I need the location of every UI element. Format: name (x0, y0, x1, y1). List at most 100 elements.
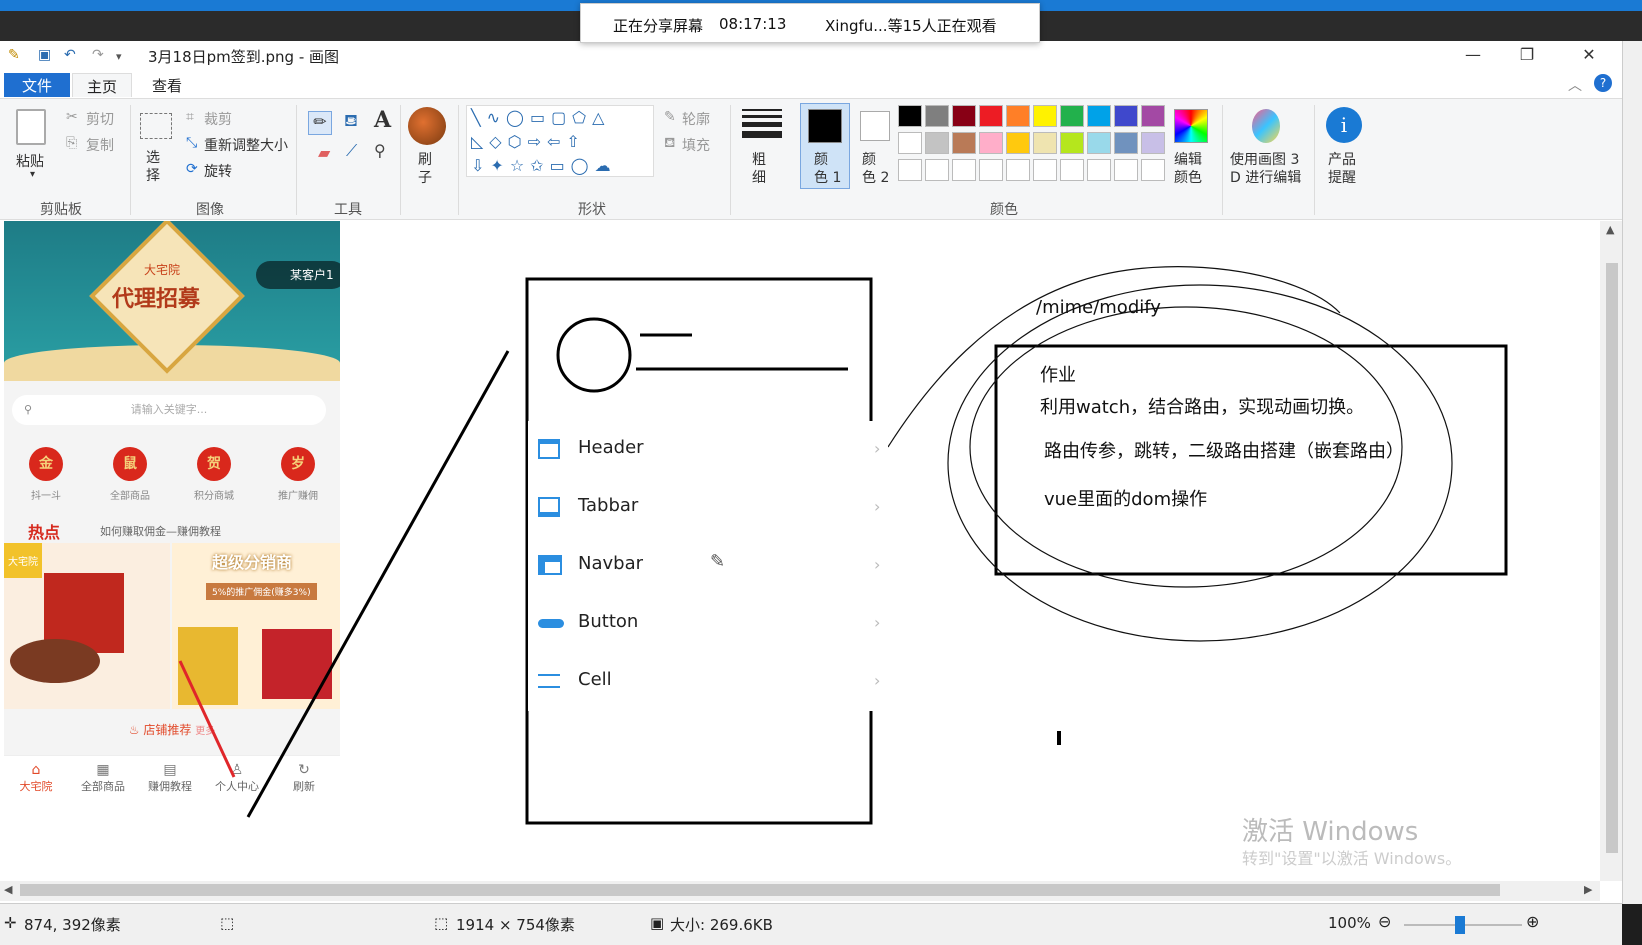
paste-button[interactable]: 粘贴 (16, 151, 44, 171)
save-icon[interactable]: ▣ (38, 47, 51, 63)
resize-button[interactable]: 重新调整大小 (204, 135, 288, 155)
collapse-ribbon-icon[interactable]: ︿ (1568, 75, 1582, 95)
cut-button[interactable]: 剪切 (86, 109, 114, 129)
horizontal-scrollbar[interactable]: ◀ ▶ (0, 881, 1600, 901)
vertical-scrollbar[interactable]: ▲ (1600, 221, 1622, 881)
palette-swatch[interactable] (952, 132, 976, 154)
shape-gallery[interactable]: ╲∿◯▭▢⬠△ ◺◇⬡⇨⇦⇧ ⇩✦☆✩▭◯☁ (466, 105, 654, 177)
scroll-left-icon[interactable]: ◀ (4, 883, 12, 896)
redo-icon[interactable]: ↷ (92, 47, 104, 63)
divider (400, 105, 401, 215)
divider (1222, 105, 1223, 215)
color1-swatch[interactable] (808, 109, 842, 143)
palette-swatch[interactable] (1141, 105, 1165, 127)
palette-swatch[interactable] (979, 105, 1003, 127)
list-item-label: Button (578, 611, 639, 632)
share-viewers[interactable]: Xingfu...等15人正在观看 (825, 15, 997, 36)
scroll-up-icon[interactable]: ▲ (1606, 223, 1614, 236)
size-button[interactable]: 粗 细 (752, 151, 766, 187)
edit-colors-button[interactable]: 编辑 颜色 (1174, 151, 1202, 187)
crop-button[interactable]: 裁剪 (204, 109, 232, 129)
list-item[interactable]: Navbar › (528, 537, 888, 595)
palette-swatch-empty[interactable] (1087, 159, 1111, 181)
minimize-icon[interactable]: — (1458, 45, 1488, 64)
zoom-out-icon[interactable]: ⊖ (1378, 912, 1391, 931)
palette-swatch[interactable] (1141, 132, 1165, 154)
outline-button[interactable]: 轮廓 (682, 109, 710, 129)
fill-bucket-icon[interactable]: ⛾ (344, 111, 358, 133)
shape-row-3[interactable]: ⇩✦☆✩▭◯☁ (471, 154, 653, 178)
palette-swatch-empty[interactable] (1033, 159, 1057, 181)
palette-swatch[interactable] (1006, 132, 1030, 154)
palette-swatch[interactable] (1033, 105, 1057, 127)
edit-colors-icon[interactable] (1174, 109, 1208, 143)
rotate-button[interactable]: 旋转 (204, 161, 232, 181)
tab-home[interactable]: 主页 (72, 73, 133, 97)
list-item[interactable]: Tabbar › (528, 479, 888, 537)
help-icon[interactable]: ? (1594, 74, 1612, 92)
maximize-icon[interactable]: ❐ (1512, 45, 1542, 64)
palette-swatch-empty[interactable] (898, 159, 922, 181)
avatar-circle (556, 317, 632, 393)
palette-swatch-empty[interactable] (1060, 159, 1084, 181)
palette-swatch-empty[interactable] (1006, 159, 1030, 181)
size-icon[interactable] (742, 109, 782, 138)
product-alert-button[interactable]: 产品 提醒 (1328, 151, 1356, 187)
paste-icon[interactable] (16, 109, 46, 145)
pencil-icon[interactable]: ✏ (308, 111, 332, 135)
select-button[interactable]: 选 择 (146, 149, 160, 185)
paint3d-button[interactable]: 使用画图 3 D 进行编辑 (1230, 151, 1301, 187)
palette-swatch[interactable] (1087, 105, 1111, 127)
palette-swatch[interactable] (979, 132, 1003, 154)
palette-swatch-empty[interactable] (1114, 159, 1138, 181)
scroll-thumb[interactable] (1606, 263, 1618, 853)
palette-swatch[interactable] (925, 132, 949, 154)
zoom-slider-thumb[interactable] (1455, 916, 1465, 934)
palette-swatch[interactable] (1060, 105, 1084, 127)
palette-swatch-empty[interactable] (979, 159, 1003, 181)
close-icon[interactable]: ✕ (1574, 45, 1604, 64)
palette-swatch[interactable] (1006, 105, 1030, 127)
select-icon[interactable] (140, 113, 172, 139)
undo-icon[interactable]: ↶ (64, 47, 76, 63)
canvas-area[interactable]: 代理招募 大宅院 某客户1 ⚲ 请输入关键字... 金抖一斗鼠全部商品贺积分商城… (0, 221, 1600, 881)
palette-swatch[interactable] (952, 105, 976, 127)
palette-swatch[interactable] (898, 105, 922, 127)
palette-swatch[interactable] (1087, 132, 1111, 154)
palette-swatch-empty[interactable] (952, 159, 976, 181)
hscroll-thumb[interactable] (20, 884, 1500, 896)
palette-swatch[interactable] (1033, 132, 1057, 154)
shape-row-1[interactable]: ╲∿◯▭▢⬠△ (471, 106, 653, 130)
zoom-in-icon[interactable]: ⊕ (1526, 912, 1539, 931)
magnifier-icon[interactable]: ⚲ (374, 141, 386, 160)
brush-icon[interactable] (408, 107, 446, 145)
color2-swatch[interactable] (860, 111, 890, 141)
paste-dropdown-icon[interactable]: ▾ (30, 169, 35, 180)
palette-swatch[interactable] (1114, 132, 1138, 154)
info-icon[interactable]: i (1326, 107, 1362, 143)
fill-button[interactable]: 填充 (682, 135, 710, 155)
list-item[interactable]: Button › (528, 595, 888, 653)
customize-qat-icon[interactable]: ▾ (116, 50, 122, 63)
scroll-right-icon[interactable]: ▶ (1584, 883, 1592, 896)
color-picker-icon[interactable]: ⟋ (346, 141, 357, 161)
paint3d-icon[interactable] (1252, 109, 1280, 143)
list-item[interactable]: Header › (528, 421, 888, 479)
list-item[interactable]: Cell › (528, 653, 888, 711)
palette-swatch-empty[interactable] (925, 159, 949, 181)
disk-icon: ▣ (650, 914, 665, 932)
text-tool-icon[interactable]: A (374, 107, 391, 133)
shape-row-2[interactable]: ◺◇⬡⇨⇦⇧ (471, 130, 653, 154)
tab-file[interactable]: 文件 (4, 73, 70, 97)
brush-button[interactable]: 刷 子 (418, 151, 432, 187)
palette-swatch[interactable] (898, 132, 922, 154)
palette-swatch-empty[interactable] (1141, 159, 1165, 181)
palette-swatch[interactable] (1060, 132, 1084, 154)
color2-button[interactable]: 颜 色 2 (862, 151, 889, 187)
copy-button[interactable]: 复制 (86, 135, 114, 155)
palette-swatch[interactable] (925, 105, 949, 127)
palette-swatch[interactable] (1114, 105, 1138, 127)
tab-view[interactable]: 查看 (138, 73, 196, 97)
list-item-icon (538, 619, 564, 628)
eraser-icon[interactable]: ▰ (318, 143, 330, 162)
